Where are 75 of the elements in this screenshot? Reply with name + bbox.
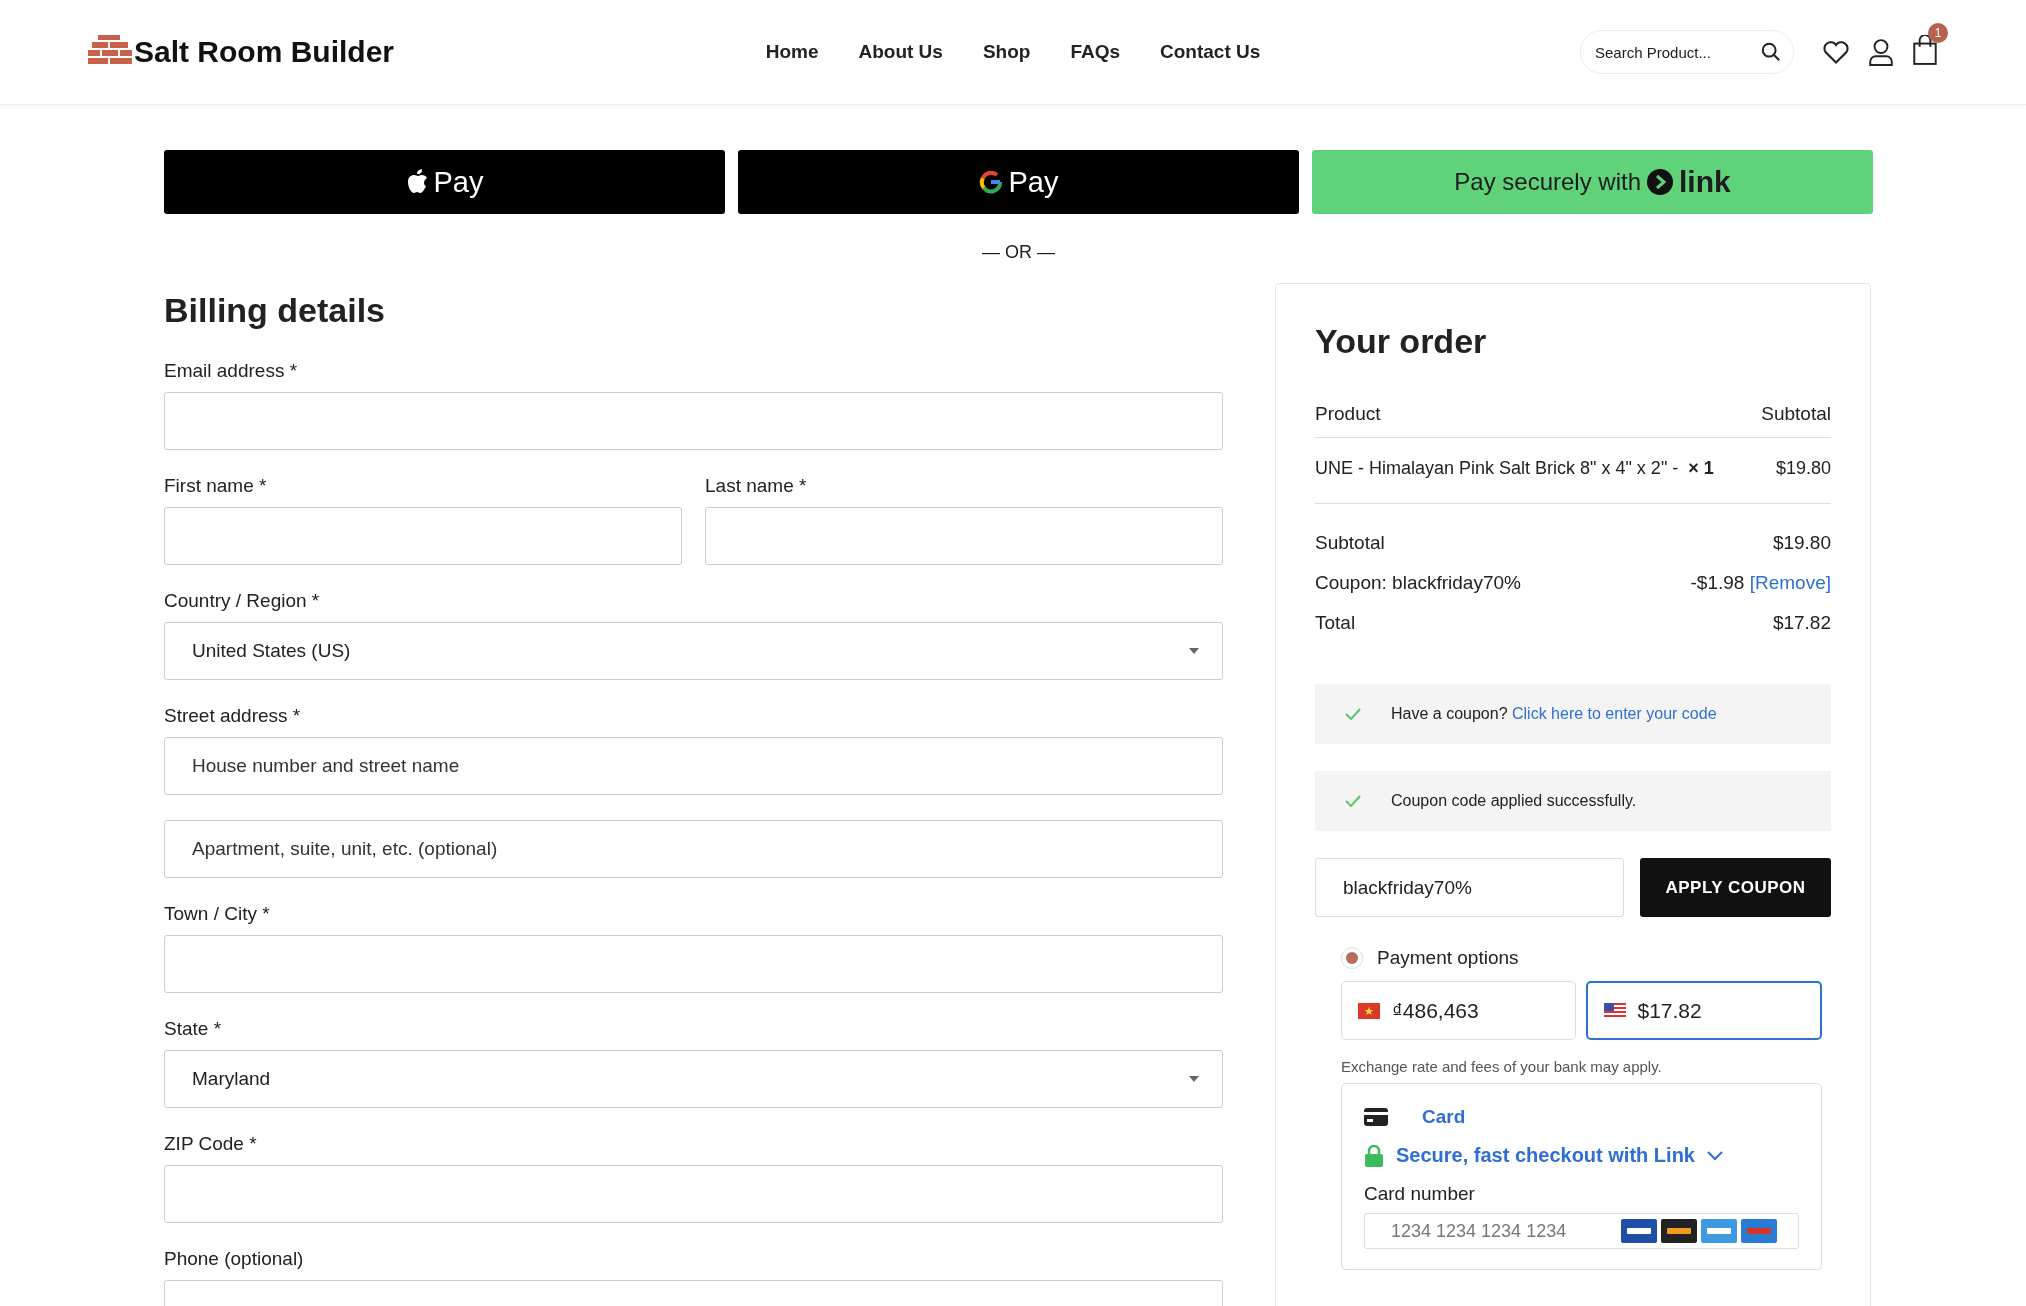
section-title: Billing details	[164, 291, 387, 330]
text-field[interactable]	[164, 507, 682, 565]
payment-options-label: Payment options	[1377, 947, 1519, 969]
product-price: $19.80	[1775, 458, 1831, 479]
card-brand-icon	[1661, 1219, 1697, 1243]
total-value: -$1.98	[1690, 572, 1745, 593]
check-icon	[1345, 795, 1361, 807]
lock-icon	[1364, 1144, 1384, 1167]
column-header: Subtotal	[1761, 403, 1831, 425]
text-field[interactable]: Apartment, suite, unit, etc. (optional)	[164, 820, 1223, 878]
text-field[interactable]	[164, 392, 1223, 450]
flag-icon	[1358, 1002, 1380, 1019]
total-label: Total	[1315, 612, 1356, 634]
nav-link[interactable]: FAQs	[1070, 41, 1121, 63]
card-brand-icon	[1621, 1219, 1657, 1243]
text-field[interactable]	[164, 935, 1223, 993]
nav-link[interactable]: Home	[765, 41, 819, 63]
field-label: Phone (optional)	[164, 1248, 305, 1270]
arrow-circle-icon	[1647, 169, 1674, 195]
search-icon[interactable]	[1760, 41, 1782, 63]
coupon-link[interactable]: Click here to enter your code	[1512, 705, 1717, 722]
search-field[interactable]: Search Product...	[1580, 30, 1794, 74]
text-field[interactable]	[164, 1165, 1223, 1223]
text-field[interactable]	[705, 507, 1223, 565]
or-divider: — OR —	[981, 242, 1056, 263]
cart-count-badge: 1	[1928, 23, 1948, 43]
exchange-note: Exchange rate and fees of your bank may apply.	[1341, 1058, 1663, 1075]
card-tab[interactable]: Card	[1422, 1106, 1466, 1128]
user-icon[interactable]	[1868, 38, 1894, 66]
flag-icon	[1603, 1003, 1626, 1018]
field-label: ZIP Code *	[164, 1133, 258, 1155]
chevron-down-icon[interactable]	[1706, 1150, 1723, 1161]
apple-icon	[405, 169, 428, 195]
total-value: $19.80	[1772, 532, 1831, 553]
column-header: Product	[1315, 403, 1381, 425]
field-label: Last name *	[705, 475, 808, 497]
link-pay-button[interactable]: Pay securely with link	[1312, 150, 1873, 214]
total-label: Subtotal	[1315, 532, 1385, 554]
nav-link[interactable]: Contact Us	[1160, 41, 1261, 63]
total-value: $17.82	[1772, 612, 1831, 633]
notice-text: Coupon code applied successfully.	[1391, 792, 1637, 810]
shopping-bag-icon[interactable]	[1912, 35, 1938, 65]
field-label: Email address *	[164, 360, 299, 382]
apple-pay-button[interactable]: Pay	[164, 150, 725, 214]
field-label: Card number	[1364, 1183, 1476, 1205]
card-brand-icon	[1741, 1219, 1777, 1243]
order-title: Your order	[1315, 322, 1488, 361]
total-label: Coupon: blackfriday70%	[1315, 572, 1521, 594]
select-field[interactable]: United States (US)	[164, 622, 1223, 680]
caret-icon	[1188, 647, 1200, 655]
coupon-field[interactable]: blackfriday70%	[1315, 858, 1624, 917]
field-label: Country / Region *	[164, 590, 321, 612]
nav-link[interactable]: Shop	[982, 41, 1031, 63]
nav-link[interactable]: About Us	[858, 41, 943, 63]
select-field[interactable]: Maryland	[164, 1050, 1223, 1108]
field-label: State *	[164, 1018, 223, 1040]
currency-option[interactable]: ₫486,463	[1341, 981, 1576, 1040]
remove-link[interactable]: [Remove]	[1749, 572, 1831, 593]
check-icon	[1345, 708, 1361, 720]
field-label: Town / City *	[164, 903, 271, 925]
text-field[interactable]: House number and street name	[164, 737, 1223, 795]
field-label: First name *	[164, 475, 268, 497]
notice-text: Have a coupon? Click here to enter your code	[1391, 705, 1717, 723]
google-pay-button[interactable]: Pay	[738, 150, 1299, 214]
card-brand-icon	[1701, 1219, 1737, 1243]
product-name: UNE - Himalayan Pink Salt Brick 8" x 4" x 2" - × 1	[1315, 458, 1714, 479]
site-logo[interactable]: Salt Room Builder	[134, 35, 395, 69]
field-label: Street address *	[164, 705, 302, 727]
apply-coupon-button[interactable]: APPLY COUPON	[1640, 858, 1831, 917]
caret-icon	[1188, 1075, 1200, 1083]
google-icon	[978, 170, 1003, 194]
heart-icon[interactable]	[1822, 39, 1850, 65]
link-checkout-link[interactable]: Secure, fast checkout with Link	[1396, 1144, 1695, 1167]
currency-option[interactable]: $17.82	[1585, 981, 1822, 1040]
credit-card-icon	[1364, 1108, 1388, 1126]
